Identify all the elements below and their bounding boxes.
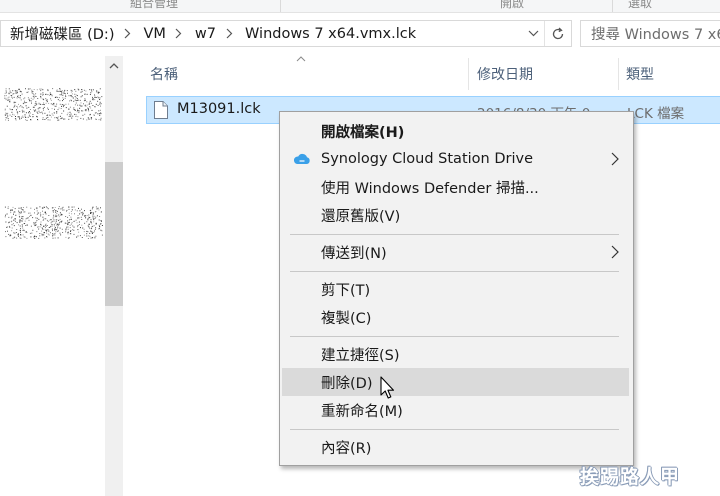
ribbon-divider [280, 0, 281, 12]
navigation-scrollbar[interactable] [105, 56, 123, 496]
blurred-nav-item[interactable] [4, 202, 104, 242]
column-header-type[interactable]: 類型 [626, 58, 654, 90]
chevron-right-icon[interactable] [172, 21, 186, 46]
chevron-right-icon[interactable] [222, 21, 236, 46]
menu-item-rename[interactable]: 重新命名(M) [282, 396, 629, 424]
scroll-up-arrow-icon[interactable] [105, 56, 123, 76]
breadcrumb-vm-label[interactable]: VM [134, 26, 171, 42]
menu-item-defender-scan-label: 使用 Windows Defender 掃描... [321, 180, 539, 197]
menu-item-send-to-label: 傳送到(N) [321, 245, 387, 262]
blurred-nav-item[interactable] [4, 84, 104, 124]
menu-separator [290, 271, 619, 272]
breadcrumb-drive[interactable]: 新增磁碟區 (D:) [1, 21, 120, 46]
mouse-pointer-icon [380, 376, 395, 399]
column-header-name-label[interactable]: 名稱 [150, 64, 178, 84]
submenu-arrow-icon [611, 245, 619, 259]
menu-item-properties-label: 內容(R) [321, 440, 372, 457]
column-divider[interactable] [618, 58, 619, 90]
breadcrumb-vm[interactable]: VM [134, 21, 171, 46]
menu-item-send-to[interactable]: 傳送到(N) [282, 238, 629, 266]
menu-item-open[interactable]: 開啟檔案(H) [282, 117, 629, 145]
submenu-arrow-icon [611, 152, 619, 166]
sort-ascending-icon [296, 56, 306, 62]
column-header-date-label[interactable]: 修改日期 [477, 64, 533, 84]
column-header-date[interactable]: 修改日期 [477, 58, 533, 90]
menu-item-open-label: 開啟檔案(H) [321, 124, 405, 141]
breadcrumb-w7[interactable]: w7 [186, 21, 222, 46]
breadcrumb-w7-label[interactable]: w7 [186, 26, 222, 42]
menu-item-synology[interactable]: Synology Cloud Station Drive [282, 145, 629, 173]
search-input[interactable]: 搜尋 Windows 7 x6 [580, 20, 720, 47]
breadcrumb-current-folder-label[interactable]: Windows 7 x64.vmx.lck [236, 26, 422, 42]
menu-item-create-shortcut[interactable]: 建立捷徑(S) [282, 340, 629, 368]
file-type: LCK 檔案 [627, 106, 685, 122]
menu-item-restore-previous-label: 還原舊版(V) [321, 208, 401, 225]
context-menu[interactable]: 開啟檔案(H) Synology Cloud Station Drive 使用 … [279, 111, 634, 466]
menu-item-defender-scan[interactable]: 使用 Windows Defender 掃描... [282, 173, 629, 201]
menu-item-cut[interactable]: 剪下(T) [282, 275, 629, 303]
menu-item-create-shortcut-label: 建立捷徑(S) [321, 347, 400, 364]
menu-item-cut-label: 剪下(T) [321, 282, 371, 299]
menu-item-rename-label: 重新命名(M) [321, 403, 403, 420]
ribbon-divider [612, 0, 613, 12]
column-header-name[interactable]: 名稱 [150, 58, 178, 90]
cloud-icon [293, 153, 310, 164]
menu-item-delete-label: 刪除(D) [321, 375, 373, 392]
ribbon-group-select: 選取 [628, 0, 653, 10]
menu-separator [290, 336, 619, 337]
watermark-text: 挨踢路人甲 [580, 466, 681, 488]
menu-separator [290, 429, 619, 430]
breadcrumb-drive-label[interactable]: 新增磁碟區 (D:) [1, 23, 120, 44]
menu-item-delete[interactable]: 刪除(D) [282, 368, 629, 396]
chevron-right-icon[interactable] [120, 21, 134, 46]
scrollbar-thumb[interactable] [105, 162, 123, 306]
address-dropdown-chevron-down-icon[interactable] [522, 21, 544, 46]
ribbon-strip: 組合管理 開啟 選取 [0, 0, 720, 13]
address-bar[interactable]: 新增磁碟區 (D:) VM w7 Windows 7 x64.vmx.lck [0, 20, 572, 47]
column-divider[interactable] [468, 58, 469, 90]
ribbon-group-open: 開啟 [500, 0, 525, 10]
menu-item-restore-previous[interactable]: 還原舊版(V) [282, 201, 629, 229]
menu-separator [290, 234, 619, 235]
document-icon [154, 101, 168, 123]
menu-item-properties[interactable]: 內容(R) [282, 433, 629, 461]
breadcrumb-current-folder[interactable]: Windows 7 x64.vmx.lck [236, 21, 422, 46]
menu-item-copy[interactable]: 複製(C) [282, 303, 629, 331]
ribbon-group-organize: 組合管理 [130, 0, 179, 10]
menu-item-copy-label: 複製(C) [321, 310, 372, 327]
column-header-type-label[interactable]: 類型 [626, 64, 654, 84]
refresh-icon[interactable] [544, 21, 571, 46]
menu-item-synology-label: Synology Cloud Station Drive [321, 151, 533, 167]
file-name[interactable]: M13091.lck [177, 101, 261, 117]
search-placeholder: 搜尋 Windows 7 x6 [591, 27, 720, 43]
